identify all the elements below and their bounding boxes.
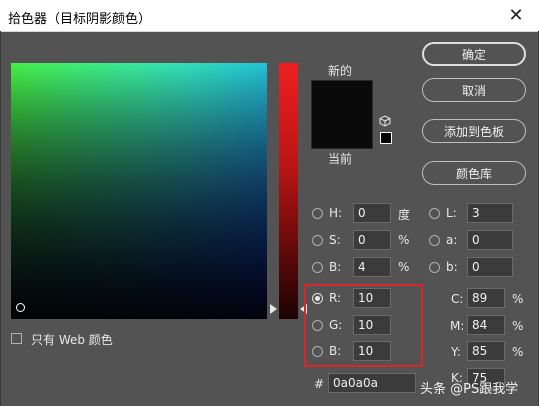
l-label: L: bbox=[446, 206, 457, 220]
y-input[interactable]: 85 bbox=[467, 341, 505, 361]
s-label: S: bbox=[329, 233, 341, 247]
y-label: Y: bbox=[451, 345, 461, 359]
a-label: a: bbox=[446, 233, 458, 247]
radio-h[interactable] bbox=[312, 208, 323, 219]
m-input[interactable]: 84 bbox=[467, 315, 505, 335]
brightness-unit: % bbox=[398, 260, 410, 274]
websafe-swatch-icon[interactable] bbox=[380, 132, 392, 144]
h-unit: 度 bbox=[398, 208, 411, 222]
window-title: 拾色器（目标阴影颜色） bbox=[8, 12, 152, 27]
m-label: M: bbox=[450, 319, 465, 333]
new-color-swatch bbox=[311, 80, 373, 115]
y-unit: % bbox=[512, 345, 524, 359]
color-libraries-button[interactable]: 颜色库 bbox=[422, 161, 526, 185]
l-input[interactable]: 3 bbox=[467, 203, 513, 223]
a-input[interactable]: 0 bbox=[467, 230, 513, 250]
radio-lab-b[interactable] bbox=[429, 262, 440, 273]
h-input[interactable]: 0 bbox=[353, 203, 391, 223]
color-field-marker[interactable] bbox=[16, 303, 25, 312]
c-unit: % bbox=[512, 292, 524, 306]
lab-b-input[interactable]: 0 bbox=[467, 257, 513, 277]
window-frame-left bbox=[0, 31, 1, 406]
color-picker-dialog: 拾色器（目标阴影颜色） ✕ 新的 当前 确定 取消 添加到色板 颜色库 H: 0… bbox=[0, 0, 539, 406]
m-unit: % bbox=[512, 319, 524, 333]
cube-icon[interactable] bbox=[379, 115, 391, 127]
web-only-label: 只有 Web 颜色 bbox=[31, 333, 113, 347]
radio-a[interactable] bbox=[429, 235, 440, 246]
brightness-label: B: bbox=[329, 260, 342, 274]
lab-b-label: b: bbox=[446, 260, 458, 274]
c-label: C: bbox=[451, 292, 464, 306]
radio-s[interactable] bbox=[312, 235, 323, 246]
add-to-swatches-button[interactable]: 添加到色板 bbox=[422, 119, 526, 143]
new-color-label: 新的 bbox=[328, 64, 353, 78]
ok-button[interactable]: 确定 bbox=[422, 42, 526, 66]
c-input[interactable]: 89 bbox=[467, 288, 505, 308]
title-bar: 拾色器（目标阴影颜色） ✕ bbox=[0, 0, 539, 32]
current-color-label: 当前 bbox=[328, 152, 353, 166]
hex-input[interactable]: 0a0a0a bbox=[328, 373, 416, 393]
color-field-overlay bbox=[11, 63, 267, 319]
cancel-button[interactable]: 取消 bbox=[422, 78, 526, 102]
hex-label: # bbox=[314, 377, 325, 391]
watermark: 头条 @PS跟我学 bbox=[420, 382, 519, 397]
brightness-input[interactable]: 4 bbox=[353, 257, 391, 277]
rgb-highlight-box bbox=[304, 284, 423, 367]
h-label: H: bbox=[329, 206, 343, 220]
current-color-swatch[interactable] bbox=[311, 114, 373, 149]
s-input[interactable]: 0 bbox=[353, 230, 391, 250]
color-field[interactable] bbox=[11, 63, 267, 319]
hue-slider[interactable] bbox=[279, 63, 298, 319]
close-icon[interactable]: ✕ bbox=[493, 0, 539, 31]
radio-l[interactable] bbox=[429, 208, 440, 219]
radio-brightness[interactable] bbox=[312, 262, 323, 273]
web-only-checkbox[interactable] bbox=[11, 333, 22, 344]
slider-handle-left-icon[interactable] bbox=[270, 304, 277, 314]
s-unit: % bbox=[398, 233, 410, 247]
